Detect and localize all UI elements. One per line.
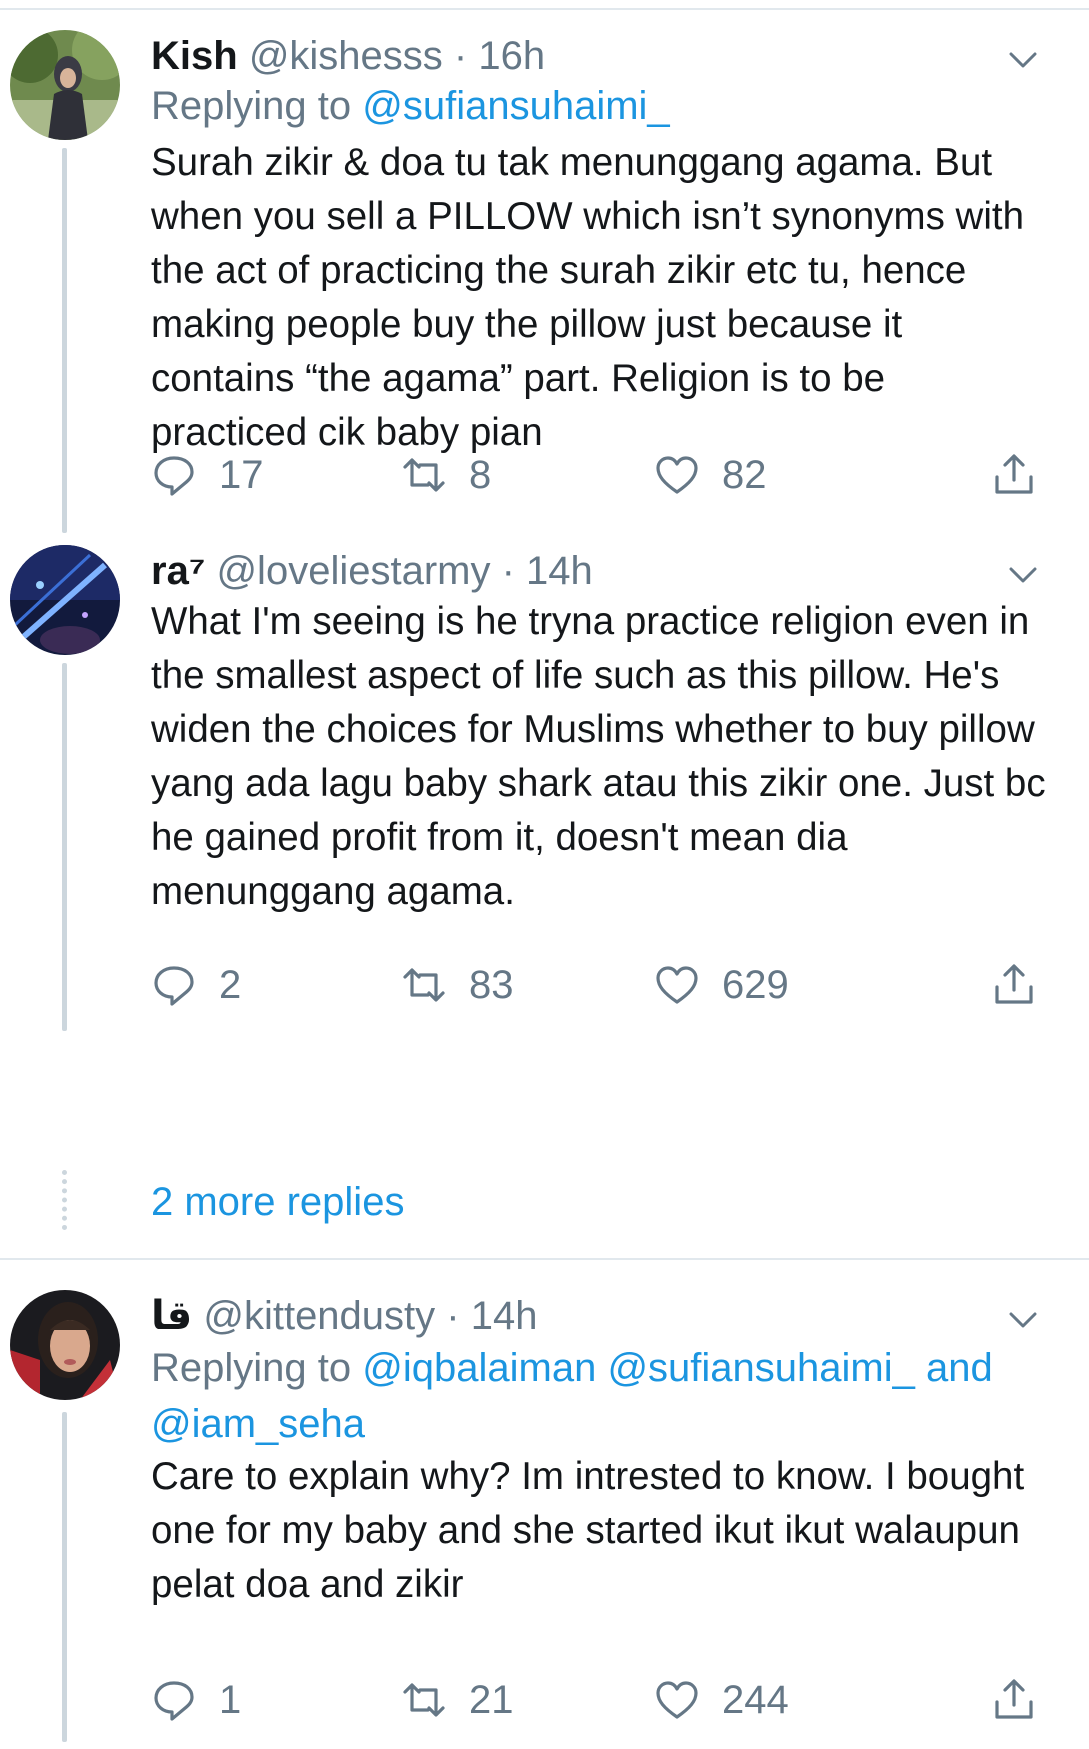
replying-to: Replying to @sufiansuhaimi_ (151, 80, 1051, 132)
tweet-header: قا @kittendusty · 14h (151, 1290, 538, 1342)
retweet-icon (403, 968, 445, 1002)
chevron-down-icon[interactable] (1005, 1302, 1041, 1338)
reply-button[interactable]: 17 (151, 450, 264, 500)
reply-icon (154, 966, 194, 1006)
retweet-button[interactable]: 83 (401, 960, 514, 1010)
reply-button[interactable]: 1 (151, 1675, 241, 1725)
share-icon (995, 454, 1033, 494)
mention-link[interactable]: @iqbalaiman (362, 1346, 596, 1390)
reply-count: 2 (219, 962, 242, 1007)
mention-and-others-link[interactable]: and (926, 1346, 993, 1390)
replying-to-label: Replying to (151, 1346, 352, 1390)
reply-count: 17 (219, 452, 264, 497)
timestamp[interactable]: 14h (471, 1294, 538, 1338)
mention-link[interactable]: @iam_seha (151, 1402, 365, 1446)
reply-count: 1 (219, 1677, 242, 1722)
user-handle[interactable]: @kishesss (249, 34, 443, 78)
user-handle[interactable]: @loveliestarmy (216, 549, 490, 593)
avatar-kish[interactable] (10, 30, 120, 140)
avatar-kittendusty[interactable] (10, 1290, 120, 1400)
mention-link[interactable]: @sufiansuhaimi_ (362, 84, 669, 128)
tweet-header: Kish @kishesss · 16h (151, 30, 545, 82)
tweet-text: What I'm seeing is he tryna practice rel… (151, 600, 1046, 913)
separator-dot: · (446, 1294, 460, 1338)
like-count: 82 (722, 452, 767, 497)
heart-icon (656, 966, 698, 1004)
tweet-text: Care to explain why? Im intrested to kno… (151, 1455, 1025, 1606)
tweet-actions: 2 83 629 (151, 960, 1051, 1010)
reply-icon (154, 456, 194, 496)
timestamp[interactable]: 16h (478, 34, 545, 78)
retweet-button[interactable]: 8 (401, 450, 491, 500)
heart-icon (656, 456, 698, 494)
like-count: 629 (722, 962, 789, 1007)
share-icon (995, 1679, 1033, 1719)
tweet-divider (0, 1258, 1089, 1260)
avatar-ra[interactable] (10, 545, 120, 655)
like-button[interactable]: 244 (654, 1675, 789, 1725)
tweet-text: Surah zikir & doa tu tak menunggang agam… (151, 141, 1025, 454)
tweet-kittendusty[interactable]: قا @kittendusty · 14h Replying to @iqbal… (0, 1290, 1089, 1742)
reply-button[interactable]: 2 (151, 960, 241, 1010)
display-name[interactable]: Kish (151, 34, 238, 78)
heart-icon (656, 1681, 698, 1719)
display-name[interactable]: قا (151, 1294, 192, 1338)
like-count: 244 (722, 1677, 789, 1722)
thread-line (62, 148, 67, 533)
like-button[interactable]: 82 (654, 450, 767, 500)
top-divider (0, 8, 1089, 10)
thread-line (62, 1412, 67, 1742)
share-button[interactable] (991, 1675, 1037, 1725)
share-button[interactable] (991, 450, 1037, 500)
retweet-count: 8 (469, 452, 492, 497)
more-replies-link[interactable]: 2 more replies (151, 1180, 404, 1225)
reply-icon (154, 1681, 194, 1721)
retweet-count: 83 (469, 962, 514, 1007)
thread-dots (62, 1170, 72, 1230)
tweet-header: ra⁷ @loveliestarmy · 14h (151, 545, 593, 597)
display-name[interactable]: ra⁷ (151, 549, 205, 593)
retweet-button[interactable]: 21 (401, 1675, 514, 1725)
replying-to: Replying to @iqbalaiman @sufiansuhaimi_ … (151, 1340, 1051, 1452)
tweet-actions: 17 8 82 (151, 450, 1051, 500)
replying-to-label: Replying to (151, 84, 352, 128)
retweet-icon (403, 458, 445, 492)
chevron-down-icon[interactable] (1005, 557, 1041, 593)
separator-dot: · (453, 34, 468, 78)
timestamp[interactable]: 14h (526, 549, 593, 593)
tweet-actions: 1 21 244 (151, 1675, 1051, 1725)
retweet-icon (403, 1683, 445, 1717)
like-button[interactable]: 629 (654, 960, 789, 1010)
separator-dot: · (501, 549, 515, 593)
tweet-kish[interactable]: Kish @kishesss · 16h Replying to @sufian… (0, 30, 1089, 533)
chevron-down-icon[interactable] (1005, 42, 1041, 78)
tweet-ra[interactable]: ra⁷ @loveliestarmy · 14h What I'm seeing… (0, 545, 1089, 1031)
share-button[interactable] (991, 960, 1037, 1010)
thread-line (62, 663, 67, 1031)
mention-link[interactable]: @sufiansuhaimi_ (607, 1346, 914, 1390)
retweet-count: 21 (469, 1677, 514, 1722)
user-handle[interactable]: @kittendusty (203, 1294, 435, 1338)
share-icon (995, 964, 1033, 1004)
